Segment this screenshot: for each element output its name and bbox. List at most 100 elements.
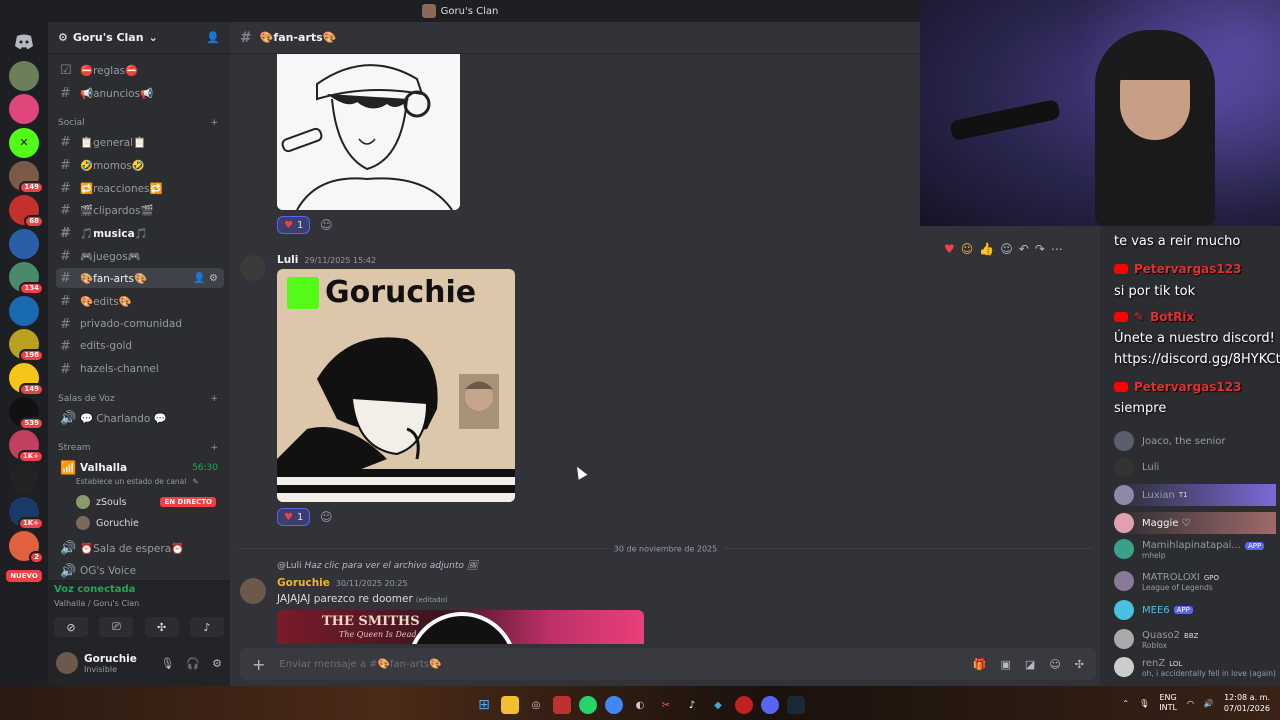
activities-icon[interactable]: ✣ [144,617,179,637]
wifi-icon[interactable]: ◠ [1187,699,1194,708]
add-attachment-icon[interactable]: + [252,655,265,674]
server-icon[interactable]: 134 [9,262,44,296]
headphones-icon[interactable]: 🎧 [186,657,200,670]
member-item[interactable]: MATROLOXI GPO League of Legends [1114,570,1276,592]
server-icon[interactable]: 539 [9,396,44,430]
avatar[interactable] [240,578,266,604]
channel-item-unread[interactable]: # 🎵musica🎵 [56,223,224,243]
add-reaction-icon[interactable]: ☺ [320,510,333,524]
chevron-up-icon[interactable]: ⌃ [1122,699,1129,708]
tiktok-icon[interactable]: ♪ [683,696,701,714]
add-channel-icon[interactable]: + [210,118,218,128]
language-indicator[interactable]: ENG INTL [1159,693,1177,713]
voice-user[interactable]: Goruchie [76,516,139,530]
member-item[interactable]: Luli [1114,456,1276,478]
fan-art-image-1[interactable] [277,54,460,210]
forward-icon[interactable]: ↷ [1035,242,1045,256]
soundboard-icon[interactable]: ♪ [189,617,224,637]
channel-item[interactable]: # 🎨edits🎨 [56,291,224,311]
heart-reaction[interactable]: ♥ 1 [277,216,311,234]
member-item[interactable]: Joaco, the senior [1114,430,1276,452]
steam-icon[interactable] [787,696,805,714]
server-icon[interactable]: 149 [9,362,44,396]
thumbs-up-icon[interactable]: 👍 [979,242,994,256]
server-icon[interactable]: 1K+ [9,497,44,531]
volume-icon[interactable]: 🔊 [1204,699,1214,708]
voice-connected-sub[interactable]: Valhalla / Goru's Clan [54,599,139,608]
gift-icon[interactable]: 🎁 [973,658,987,671]
voice-user[interactable]: zSouls EN DIRECTO [76,495,216,509]
reply-reference[interactable]: @Luli Haz clic para ver el archivo adjun… [277,561,478,571]
clock[interactable]: 12:08 a. m. 07/01/2026 [1224,692,1270,714]
category-social[interactable]: Social + [58,118,218,128]
add-member-icon[interactable]: 👤 [206,31,220,44]
gif-icon[interactable]: ▣ [1001,658,1011,671]
member-item[interactable]: Quaso2 BBZ Roblox [1114,628,1276,650]
voice-channel-item[interactable]: 🔊 OG's Voice [56,561,224,581]
channel-item[interactable]: ☑ ⛔reglas⛔ [56,60,224,80]
channel-item-active[interactable]: # 🎨fan-arts🎨 👤 ⚙ [56,268,224,288]
sticker-icon[interactable]: ◪ [1025,658,1035,671]
message-composer[interactable]: + Enviar mensaje a #🎨fan-arts🎨 🎁 ▣ ◪ ☺ ✣ [240,648,1096,680]
channel-item[interactable]: # 📋general📋 [56,132,224,152]
channel-item[interactable]: # 🎮juegos🎮 [56,246,224,266]
attached-image-3[interactable]: THE SMITHS The Queen Is Dead [277,610,644,644]
voice-channel-item[interactable]: 🔊 💬 Charlando 💬 [56,408,224,428]
channel-settings-icon[interactable]: 👤 ⚙ [193,273,218,284]
member-item[interactable]: Luxian T1 [1114,484,1276,506]
server-icon[interactable]: 2 [9,530,44,564]
discord-home-icon[interactable] [9,27,39,57]
member-item[interactable]: Maggie ♡ [1114,512,1276,534]
file-explorer-icon[interactable] [501,696,519,714]
message-author[interactable]: Goruchie 30/11/2025 20:25 [277,577,408,589]
app-icon[interactable]: ◎ [527,696,545,714]
add-reaction-icon[interactable]: ☺ [1000,242,1013,256]
voice-channel-item[interactable]: 🔊 ⏰Sala de espera⏰ [56,538,224,558]
channel-item[interactable]: # hazels-channel [56,359,224,379]
app-icon[interactable] [553,696,571,714]
server-icon[interactable] [9,228,39,259]
screen-share-icon[interactable]: ⎚ [99,617,134,637]
channel-item[interactable]: # privado-comunidad [56,314,224,334]
channel-item[interactable]: # 🎬clipardos🎬 [56,200,224,220]
server-icon[interactable]: 68 [9,194,44,228]
emoji-icon[interactable]: ☺ [1049,658,1060,671]
server-icon[interactable] [9,60,39,91]
fan-art-image-2[interactable]: Goruchie [277,269,515,502]
microphone-icon[interactable]: 🎙 [160,657,174,670]
add-channel-icon[interactable]: + [210,394,218,404]
reply-icon[interactable]: ↶ [1019,242,1029,256]
app-icon[interactable]: ◐ [631,696,649,714]
whatsapp-icon[interactable] [579,696,597,714]
server-icon[interactable] [9,295,39,326]
server-icon[interactable]: 149 [9,161,44,195]
message-input[interactable]: Enviar mensaje a #🎨fan-arts🎨 [279,659,441,670]
category-voice[interactable]: Salas de Voz + [58,394,218,404]
voice-channel-valhalla[interactable]: 📶 Valhalla 56:30 [56,458,224,478]
emoji-icon[interactable]: ☺ [961,242,974,256]
discord-icon[interactable] [761,696,779,714]
category-stream[interactable]: Stream + [58,443,218,453]
channel-item[interactable]: # 📢anuncios📢 [56,83,224,103]
server-icon[interactable]: ✕ [9,127,39,158]
add-reaction-icon[interactable]: ☺ [320,218,333,232]
message-author[interactable]: Luli 29/11/2025 15:42 [277,254,376,266]
channel-item[interactable]: # 🔁reacciones🔁 [56,178,224,198]
server-icon[interactable] [9,463,39,494]
heart-icon[interactable]: ♥ [944,242,955,256]
gear-icon[interactable]: ⚙ [212,657,222,670]
server-icon[interactable] [9,94,39,125]
channel-status[interactable]: Establece un estado de canal ✎ [76,477,199,486]
server-icon[interactable]: 198 [9,329,44,363]
member-item[interactable]: Mamihlapinatapai... APP mhelp [1114,538,1276,560]
channel-item[interactable]: # edits-gold [56,336,224,356]
chrome-icon[interactable] [605,696,623,714]
camera-off-icon[interactable]: ⊘ [54,617,88,637]
guild-header[interactable]: ⚙ Goru's Clan ⌄ 👤 [48,22,230,54]
avatar[interactable] [56,652,78,674]
app-icon[interactable]: ✂ [657,696,675,714]
microphone-icon[interactable]: 🎙 [1139,699,1149,708]
server-icon[interactable]: 1K+ [9,430,44,464]
avatar[interactable] [240,255,266,281]
member-item[interactable]: MEE6 APP [1114,599,1276,621]
